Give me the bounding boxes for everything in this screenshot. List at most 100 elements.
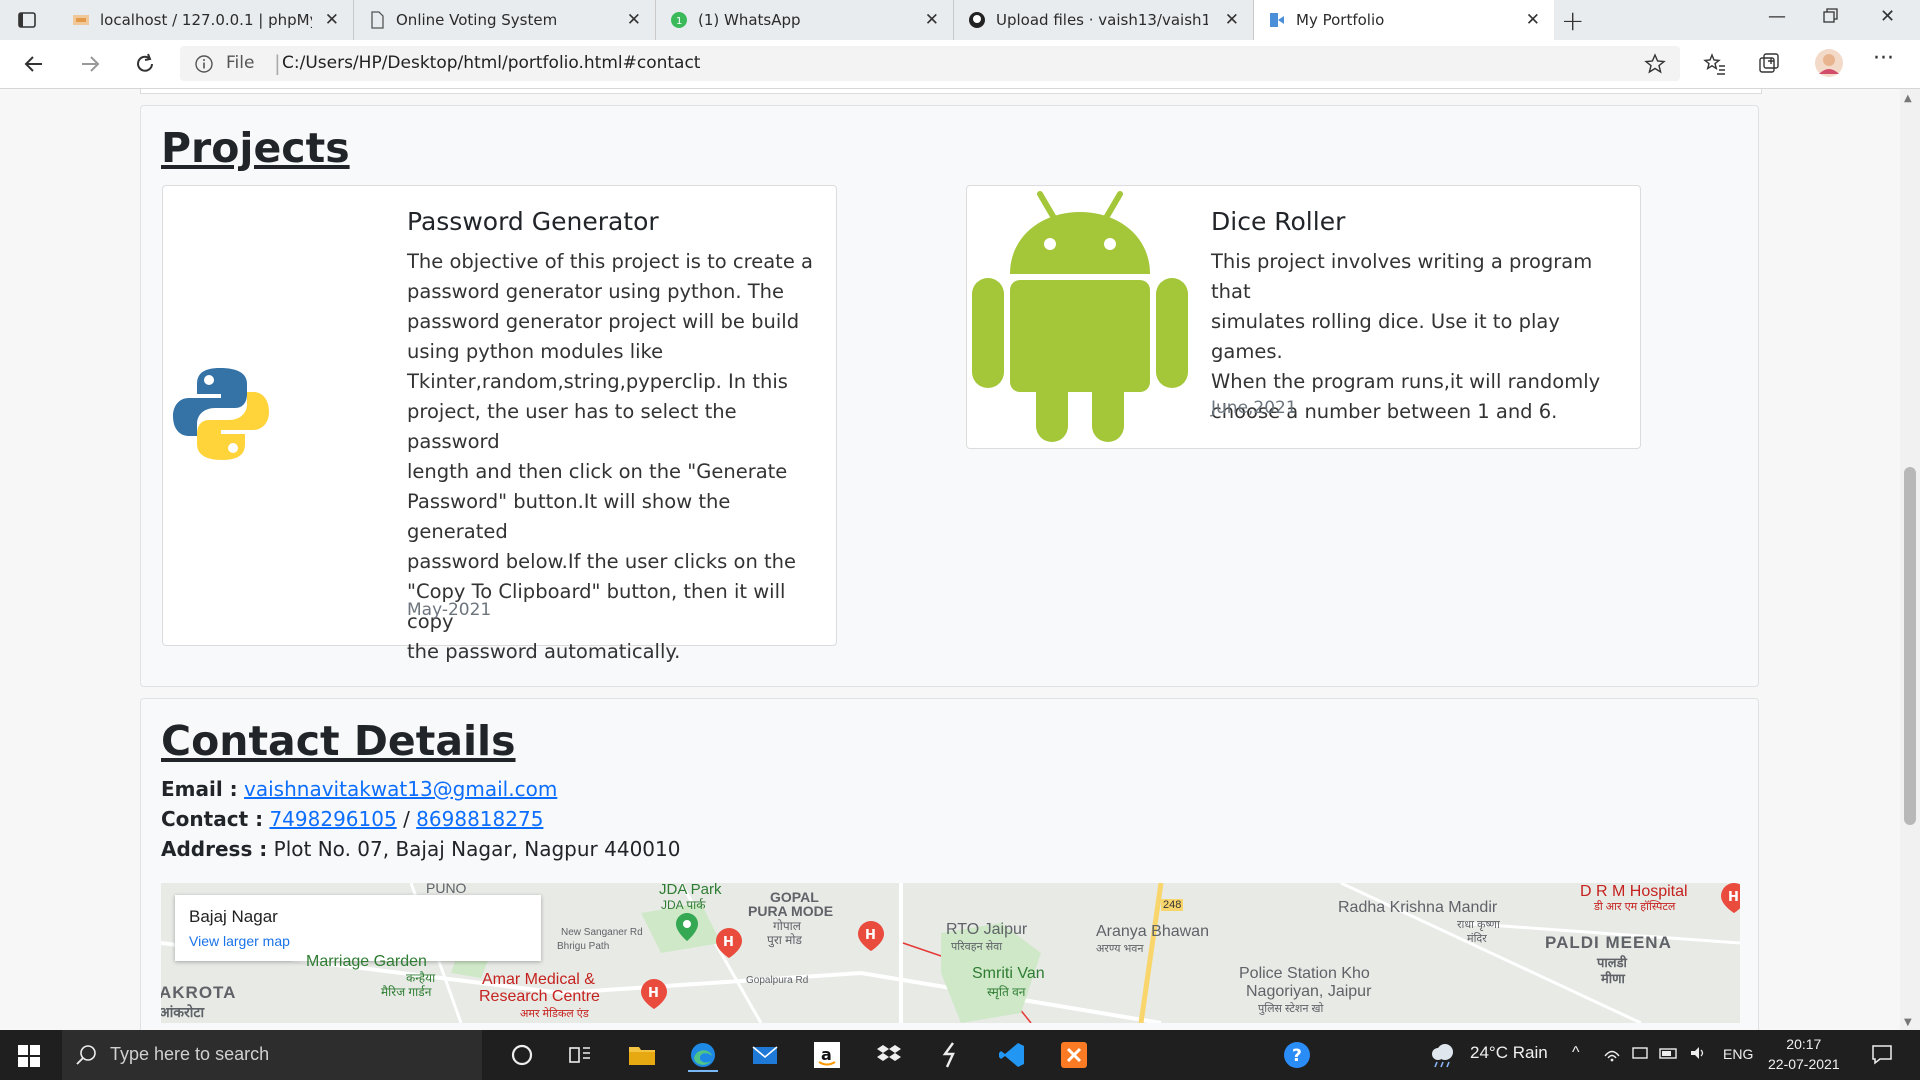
email-link[interactable]: vaishnavitakwat13@gmail.com [244, 777, 557, 801]
favorites-icon[interactable] [1703, 52, 1727, 76]
park-pin-icon[interactable] [676, 913, 698, 945]
map-label: Gopalpura Rd [746, 975, 809, 986]
map-label: Aranya Bhawan [1096, 923, 1209, 940]
hospital-pin-icon[interactable]: H [858, 921, 884, 955]
map-label: JDA पार्क [661, 898, 706, 912]
scheme-label: File [226, 53, 255, 73]
restore-icon[interactable] [1823, 8, 1839, 29]
tab-my-portfolio[interactable]: My Portfolio ✕ [1254, 0, 1554, 40]
projects-section: Projects Password Generator The objectiv… [140, 105, 1759, 687]
tab-title: (1) WhatsApp [698, 11, 801, 29]
contact-label: Contact : [161, 807, 264, 831]
info-icon[interactable] [194, 54, 214, 78]
close-icon[interactable]: ✕ [325, 10, 339, 30]
map-label: AKROTA [161, 983, 237, 1002]
weather-text[interactable]: 24°C Rain [1470, 1043, 1548, 1063]
vscode-icon[interactable] [997, 1040, 1027, 1070]
mail-icon[interactable] [750, 1040, 780, 1070]
contact-section: Contact Details Email : vaishnavitakwat1… [140, 698, 1759, 1030]
refresh-icon[interactable] [131, 50, 159, 78]
notifications-icon[interactable] [1870, 1042, 1894, 1069]
map-label: परिवहन सेवा [951, 941, 1003, 953]
hospital-pin-icon[interactable]: H [641, 979, 667, 1013]
map-label: मंदिर [1467, 933, 1487, 945]
android-logo-icon [972, 190, 1188, 444]
browser-tab-strip: localhost / 127.0.0.1 | phpMyAdmin ✕ Onl… [0, 0, 1920, 41]
back-icon[interactable] [20, 50, 48, 78]
address-line: Address : Plot No. 07, Bajaj Nagar, Nagp… [161, 837, 680, 861]
address-bar[interactable]: File | C:/Users/HP/Desktop/html/portfoli… [180, 46, 1680, 81]
close-icon[interactable]: ✕ [925, 10, 939, 30]
tab-actions-icon[interactable] [16, 9, 38, 31]
phone-link-1[interactable]: 7498296105 [269, 807, 396, 831]
forward-icon[interactable] [76, 50, 104, 78]
embedded-map[interactable]: Bajaj Nagar View larger map PUNO JDA Par… [161, 883, 1740, 1023]
network-icon[interactable] [1603, 1044, 1621, 1065]
tab-github-upload[interactable]: Upload files · vaish13/vaish13.github.io… [954, 0, 1254, 40]
page-viewport: Projects Password Generator The objectiv… [0, 89, 1900, 1030]
scroll-down-icon[interactable]: ▼ [1904, 1017, 1912, 1028]
project-date: June,2021 [1211, 398, 1297, 418]
avatar[interactable] [1814, 48, 1844, 78]
python-logo-icon [173, 366, 269, 462]
onedrive-icon[interactable] [1631, 1044, 1649, 1065]
tab-title: Online Voting System [396, 11, 558, 29]
scroll-up-icon[interactable]: ▲ [1904, 93, 1912, 104]
svg-text:H: H [1728, 890, 1739, 905]
tab-title: Upload files · vaish13/vaish13.github.io [996, 11, 1208, 29]
search-icon [76, 1044, 98, 1070]
app-s-icon[interactable] [935, 1040, 965, 1070]
contact-heading: Contact Details [161, 717, 516, 765]
hospital-pin-icon[interactable]: H [1721, 883, 1740, 917]
svg-text:H: H [865, 928, 876, 943]
clock-date: 22-07-2021 [1768, 1056, 1840, 1072]
cortana-icon[interactable] [507, 1040, 537, 1070]
page-scrollbar[interactable]: ▲ ▼ [1900, 89, 1920, 1030]
svg-text:?: ? [1292, 1046, 1302, 1066]
file-explorer-icon[interactable] [627, 1040, 657, 1070]
tray-chevron-icon[interactable]: ^ [1572, 1044, 1580, 1062]
tab-online-voting[interactable]: Online Voting System ✕ [354, 0, 656, 40]
new-tab-button[interactable]: + [1561, 4, 1584, 37]
svg-text:a: a [821, 1045, 832, 1064]
map-label: डी आर एम हॉस्पिटल [1594, 901, 1676, 913]
window-close-icon[interactable]: ✕ [1880, 6, 1895, 27]
tab-phpmyadmin[interactable]: localhost / 127.0.0.1 | phpMyAdmin ✕ [58, 0, 354, 40]
url-text[interactable]: C:/Users/HP/Desktop/html/portfolio.html#… [282, 53, 700, 73]
dropbox-icon[interactable] [874, 1040, 904, 1070]
project-title: Password Generator [407, 207, 659, 236]
svg-text:1: 1 [676, 16, 682, 27]
help-icon[interactable]: ? [1282, 1040, 1312, 1070]
map-label: पुरा मोड [767, 933, 802, 947]
scrollbar-thumb[interactable] [1904, 467, 1916, 825]
edge-browser-icon[interactable] [688, 1040, 718, 1072]
minimize-icon[interactable]: — [1768, 6, 1786, 27]
task-view-icon[interactable] [565, 1040, 595, 1070]
collections-icon[interactable] [1757, 52, 1781, 76]
projects-heading: Projects [161, 124, 350, 172]
map-label: Smriti Van [972, 965, 1045, 982]
battery-icon[interactable] [1659, 1044, 1679, 1065]
phone-link-2[interactable]: 8698818275 [416, 807, 543, 831]
hospital-pin-icon[interactable]: H [716, 928, 742, 962]
volume-icon[interactable] [1689, 1044, 1707, 1065]
close-icon[interactable]: ✕ [1526, 10, 1540, 30]
windows-start-icon[interactable] [18, 1045, 40, 1071]
map-label: राधा कृष्णा [1457, 919, 1500, 931]
map-label: स्मृति वन [987, 985, 1026, 999]
amazon-icon[interactable]: a [812, 1040, 842, 1070]
taskbar-clock[interactable]: 20:17 22-07-2021 [1768, 1034, 1840, 1074]
language-indicator[interactable]: ENG [1723, 1046, 1753, 1062]
more-options-icon[interactable]: ··· [1873, 46, 1897, 71]
map-place-card: Bajaj Nagar View larger map [175, 895, 541, 961]
taskbar-search-box[interactable]: Type here to search [62, 1030, 482, 1080]
xampp-icon[interactable] [1059, 1040, 1089, 1070]
tab-title: My Portfolio [1296, 11, 1385, 29]
tab-whatsapp[interactable]: 1 (1) WhatsApp ✕ [656, 0, 954, 40]
github-icon [968, 11, 986, 29]
add-favorite-icon[interactable] [1644, 53, 1666, 79]
close-icon[interactable]: ✕ [1225, 10, 1239, 30]
map-label: 248 [1161, 899, 1184, 911]
close-icon[interactable]: ✕ [627, 10, 641, 30]
view-larger-map-link[interactable]: View larger map [189, 933, 290, 949]
